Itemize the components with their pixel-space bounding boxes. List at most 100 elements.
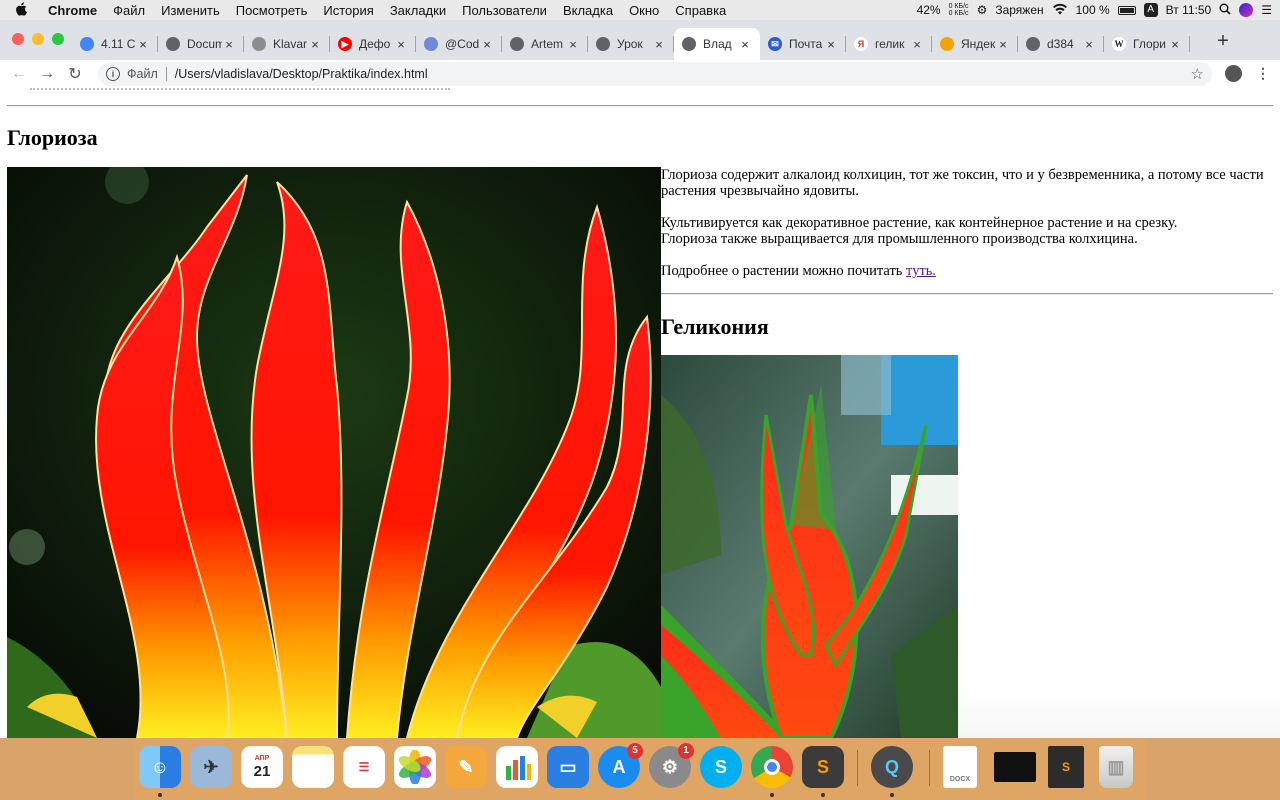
- gloriosa-paragraph-cultivation: Культивируется как декоративное растение…: [661, 215, 1273, 247]
- menu-bookmarks[interactable]: Закладки: [390, 3, 446, 18]
- browser-tab[interactable]: ✉ Почта ×: [760, 28, 846, 60]
- close-tab-icon[interactable]: ×: [1168, 37, 1182, 52]
- photos-icon[interactable]: [394, 746, 436, 788]
- finder-icon[interactable]: ☺: [139, 746, 181, 797]
- youtube-icon: ▶: [338, 37, 352, 51]
- browser-tab[interactable]: Klavar ×: [244, 28, 330, 60]
- apple-menu-icon[interactable]: [14, 1, 28, 19]
- close-tab-icon[interactable]: ×: [566, 37, 580, 52]
- back-button[interactable]: ←: [5, 65, 33, 83]
- close-tab-icon[interactable]: ×: [394, 37, 408, 52]
- tab-title: Klavar: [273, 37, 308, 51]
- app-store-badge: 5: [627, 743, 643, 759]
- close-window-button[interactable]: [12, 33, 24, 45]
- numbers-icon[interactable]: [496, 746, 538, 788]
- discord-icon: [424, 37, 438, 51]
- spotlight-icon[interactable]: [1219, 3, 1231, 18]
- site-info-icon[interactable]: i: [106, 67, 120, 81]
- close-tab-icon[interactable]: ×: [824, 37, 838, 52]
- sublime-file-icon[interactable]: S: [1048, 746, 1084, 788]
- close-tab-icon[interactable]: ×: [480, 37, 494, 52]
- menu-view[interactable]: Посмотреть: [236, 3, 308, 18]
- net-up: 0 КБ/с: [948, 3, 969, 10]
- quicktime-icon[interactable]: Q: [871, 746, 913, 797]
- chrome-center: [764, 759, 780, 775]
- close-tab-icon[interactable]: ×: [652, 37, 666, 52]
- chrome-icon[interactable]: [751, 746, 793, 797]
- menu-tab[interactable]: Вкладка: [563, 3, 613, 18]
- browser-tab[interactable]: 4.11 С ×: [72, 28, 158, 60]
- battery-percent: 100 %: [1075, 3, 1110, 17]
- menu-window[interactable]: Окно: [629, 3, 659, 18]
- minimize-window-button[interactable]: [32, 33, 44, 45]
- calendar-icon[interactable]: АПР 21: [241, 746, 283, 788]
- address-bar[interactable]: i Файл /Users/vladislava/Desktop/Praktik…: [98, 62, 1212, 86]
- menu-history[interactable]: История: [323, 3, 373, 18]
- sublime-text-icon[interactable]: S: [802, 746, 844, 797]
- browser-tab[interactable]: Влад ×: [674, 28, 760, 60]
- close-tab-icon[interactable]: ×: [222, 37, 236, 52]
- system-preferences-badge: 1: [678, 743, 694, 759]
- clock[interactable]: Вт 11:50: [1166, 3, 1212, 17]
- browser-tab[interactable]: @Cod ×: [416, 28, 502, 60]
- charging-status[interactable]: Заряжен: [995, 3, 1043, 17]
- network-speed[interactable]: 0 КБ/с 0 КБ/с: [949, 3, 969, 17]
- battery-icon: [1117, 5, 1136, 15]
- chrome-menu-icon[interactable]: ⋮: [1256, 65, 1270, 82]
- close-tab-icon[interactable]: ×: [996, 37, 1010, 52]
- menu-help[interactable]: Справка: [675, 3, 726, 18]
- clipped-text-line: [30, 88, 450, 90]
- screen-thumbnail-icon[interactable]: [994, 752, 1036, 782]
- notes-icon[interactable]: [292, 746, 334, 788]
- system-preferences-icon[interactable]: ⚙ 1: [649, 743, 694, 788]
- browser-tab[interactable]: d384 ×: [1018, 28, 1104, 60]
- browser-tab[interactable]: ▶ Дефо ×: [330, 28, 416, 60]
- close-tab-icon[interactable]: ×: [738, 37, 752, 52]
- browser-tab[interactable]: Ягелик ×: [846, 28, 932, 60]
- wifi-icon[interactable]: [1052, 3, 1068, 18]
- menu-file[interactable]: Файл: [113, 3, 145, 18]
- page-icon: [252, 37, 266, 51]
- battery-status[interactable]: 100 %: [1076, 3, 1110, 17]
- dock-separator-2: [929, 750, 930, 786]
- address-url[interactable]: /Users/vladislava/Desktop/Praktika/index…: [175, 67, 428, 81]
- profile-avatar-icon[interactable]: [1225, 65, 1242, 82]
- siri-icon[interactable]: [1239, 3, 1254, 17]
- docx-file-icon[interactable]: DOCX: [943, 746, 977, 788]
- app-store-icon[interactable]: A5: [598, 743, 643, 788]
- yandex-icon: Я: [854, 37, 868, 51]
- ram-percent: 42%: [916, 3, 941, 17]
- more-info-link[interactable]: туть.: [906, 263, 936, 279]
- browser-tab[interactable]: Урок ×: [588, 28, 674, 60]
- browser-tab[interactable]: Яндек ×: [932, 28, 1018, 60]
- gloriosa-image: [7, 167, 661, 738]
- reminders-icon[interactable]: ☰: [343, 746, 385, 788]
- forward-button[interactable]: →: [33, 65, 61, 83]
- close-tab-icon[interactable]: ×: [136, 37, 150, 52]
- menu-edit[interactable]: Изменить: [161, 3, 220, 18]
- menu-app-name[interactable]: Chrome: [48, 3, 97, 18]
- skype-icon[interactable]: S: [700, 746, 742, 788]
- bookmark-star-icon[interactable]: ☆: [1191, 65, 1204, 83]
- browser-tab[interactable]: W Глори ×: [1104, 28, 1190, 60]
- tab-title: Дефо: [359, 37, 391, 51]
- mail-app-icon[interactable]: ✈: [190, 746, 232, 788]
- input-language-icon[interactable]: A: [1143, 3, 1158, 17]
- keynote-icon[interactable]: ▭: [547, 746, 589, 788]
- reload-button[interactable]: ↻: [61, 64, 89, 84]
- gear-status-icon[interactable]: ⚙: [977, 3, 988, 17]
- chrome-running-dot: [770, 793, 774, 797]
- ram-status[interactable]: 42%: [917, 3, 941, 17]
- browser-tab[interactable]: Artem ×: [502, 28, 588, 60]
- trash-icon[interactable]: ▥: [1099, 746, 1133, 788]
- menu-people[interactable]: Пользователи: [462, 3, 547, 18]
- notification-center-icon[interactable]: ☰: [1261, 3, 1272, 17]
- close-tab-icon[interactable]: ×: [910, 37, 924, 52]
- zoom-window-button[interactable]: [52, 33, 64, 45]
- tab-title: Глори: [1133, 37, 1167, 51]
- close-tab-icon[interactable]: ×: [308, 37, 322, 52]
- new-tab-button[interactable]: +: [1212, 30, 1234, 53]
- close-tab-icon[interactable]: ×: [1082, 37, 1096, 52]
- pages-icon[interactable]: ✎: [445, 746, 487, 788]
- browser-tab[interactable]: Docum ×: [158, 28, 244, 60]
